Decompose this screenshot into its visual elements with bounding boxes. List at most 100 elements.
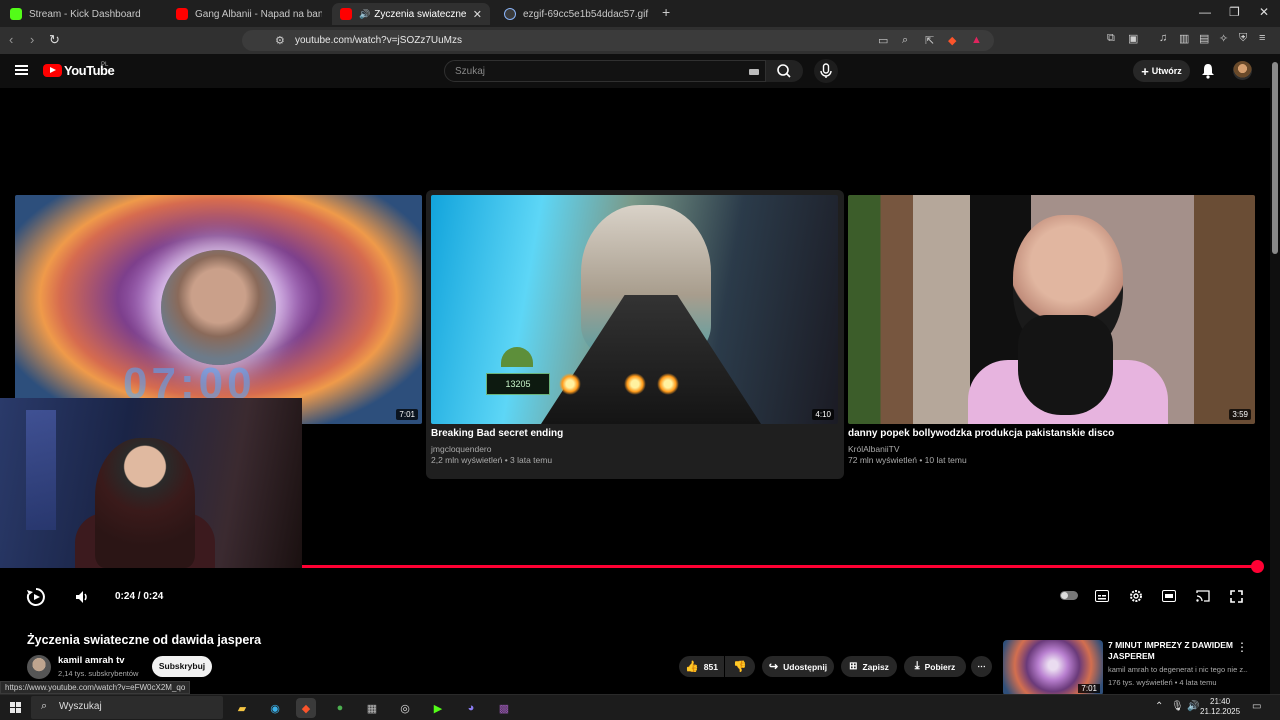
youtube-logo-icon[interactable] bbox=[43, 64, 62, 77]
minimize-icon[interactable]: — bbox=[1199, 5, 1211, 19]
thumbnail-flame bbox=[624, 373, 646, 395]
tab-ezgif[interactable]: ezgif-69cc5e1b54ddac57.gif (800×45 bbox=[496, 3, 658, 25]
download-button[interactable]: ⤓ Pobierz bbox=[904, 656, 966, 677]
back-icon[interactable]: ‹ bbox=[9, 32, 13, 47]
recommended-meta: 176 tys. wyświetleń • 4 lata temu bbox=[1108, 678, 1217, 687]
create-button[interactable]: + Utwórz bbox=[1133, 60, 1190, 82]
share-button[interactable]: ↪ Udostępnij bbox=[762, 656, 834, 677]
recommended-title[interactable]: 7 MINUT IMPREZY Z DAWIDEM JASPEREM bbox=[1108, 640, 1233, 662]
taskbar-search-field[interactable]: ⌕ Wyszukaj bbox=[31, 696, 223, 719]
new-tab-button[interactable]: + bbox=[662, 4, 670, 20]
wallet-icon[interactable]: ▤ bbox=[1199, 32, 1209, 45]
endscreen-video-3[interactable]: 3:59 bbox=[848, 195, 1255, 424]
notifications-tray-icon[interactable]: ▭ bbox=[1252, 701, 1261, 712]
like-button[interactable]: 👍 851 bbox=[679, 656, 724, 677]
search-input[interactable]: Szukaj bbox=[444, 60, 766, 82]
app2-icon[interactable]: ▩ bbox=[494, 698, 514, 718]
share-page-icon[interactable]: ⇱ bbox=[925, 34, 934, 47]
webcam-overlay bbox=[0, 398, 302, 568]
scrollbar-thumb[interactable] bbox=[1272, 62, 1278, 254]
zoom-icon[interactable]: ⌕ bbox=[902, 34, 908, 47]
thumbnail-score: 13205 bbox=[486, 373, 550, 395]
address-bar-row: ‹ › ↻ ⚐ ⚙ youtube.com/watch?v=jSOZz7UuMz… bbox=[0, 27, 1280, 54]
leo-ai-icon[interactable]: ✧ bbox=[1219, 32, 1228, 45]
endscreen-video-2[interactable]: 13205 4:10 bbox=[431, 195, 838, 424]
scrubber-handle[interactable] bbox=[1251, 560, 1264, 573]
save-button[interactable]: ⊞ Zapisz bbox=[841, 656, 897, 677]
extensions-icon[interactable]: ⧉ bbox=[1107, 32, 1115, 45]
close-window-icon[interactable]: ✕ bbox=[1259, 5, 1269, 19]
subscribe-button[interactable]: Subskrybuj bbox=[152, 656, 212, 677]
sidebar-icon[interactable]: ▥ bbox=[1179, 32, 1189, 45]
download-icon: ⤓ bbox=[914, 660, 920, 672]
reload-icon[interactable]: ↻ bbox=[49, 32, 60, 48]
voice-search-button[interactable] bbox=[814, 59, 838, 83]
settings-gear-icon[interactable] bbox=[1129, 589, 1143, 603]
tab-zyczenia[interactable]: 🔊 Życzenia swiateczne od dawid ✕ bbox=[332, 3, 490, 25]
youtube-favicon-icon bbox=[176, 8, 188, 20]
taskbar-clock[interactable]: 21:40 21.12.2025 bbox=[1200, 697, 1240, 717]
discord-icon[interactable]: ◕ bbox=[461, 698, 481, 718]
search-button[interactable] bbox=[766, 60, 803, 82]
speaker-icon: 🔊 bbox=[359, 8, 371, 19]
channel-name[interactable]: kamil amrah tv bbox=[58, 655, 125, 666]
save-label: Zapisz bbox=[862, 661, 889, 672]
autoplay-toggle[interactable] bbox=[1060, 591, 1078, 600]
endscreen-title[interactable]: Breaking Bad secret ending bbox=[431, 428, 563, 439]
tray-expand-icon[interactable]: ⌃ bbox=[1155, 701, 1163, 712]
status-bar-url: https://www.youtube.com/watch?v=eFW0cX2M… bbox=[0, 681, 191, 694]
fullscreen-icon[interactable] bbox=[1230, 590, 1243, 603]
theater-mode-icon[interactable] bbox=[1162, 590, 1176, 602]
dislike-button[interactable]: 👎 bbox=[725, 656, 755, 677]
kick-icon[interactable]: ▶ bbox=[428, 698, 448, 718]
endscreen-title[interactable]: danny popek bollywodzka produkcja pakist… bbox=[848, 428, 1114, 439]
edge-icon[interactable]: ◉ bbox=[265, 698, 285, 718]
brave-rewards-icon[interactable]: ▲ bbox=[971, 34, 982, 46]
brave-shields-icon[interactable]: ◆ bbox=[948, 34, 956, 47]
tab-search-icon[interactable]: ▣ bbox=[1128, 32, 1138, 45]
kick-favicon-icon bbox=[10, 8, 22, 20]
keyboard-icon[interactable] bbox=[749, 69, 759, 75]
subtitles-icon[interactable] bbox=[1095, 590, 1109, 602]
close-tab-icon[interactable]: ✕ bbox=[467, 8, 482, 21]
volume-tray-icon[interactable]: 🔊 bbox=[1187, 701, 1199, 712]
media-icon[interactable]: ♫ bbox=[1159, 32, 1167, 44]
menu-icon[interactable]: ≡ bbox=[1259, 32, 1265, 44]
channel-avatar[interactable] bbox=[27, 655, 51, 679]
notifications-bell-icon[interactable] bbox=[1201, 63, 1215, 79]
app-icon[interactable]: ▦ bbox=[362, 698, 382, 718]
bookmark-save-icon: ⊞ bbox=[849, 661, 858, 672]
endscreen-channel[interactable]: jmgcloquendero bbox=[431, 444, 491, 454]
chrome-icon[interactable]: ● bbox=[330, 698, 350, 718]
site-settings-icon[interactable]: ⚙ bbox=[275, 34, 285, 47]
tab-kick-dashboard[interactable]: Stream - Kick Dashboard bbox=[2, 3, 164, 25]
volume-icon[interactable] bbox=[74, 589, 90, 605]
video-player[interactable]: 07:00 7:01 13205 4:10 3:59 Breaking Bad … bbox=[0, 88, 1270, 626]
tab-gang-albanii[interactable]: Gang Albanii - Napad na bank - YouT bbox=[168, 3, 330, 25]
replay-icon[interactable] bbox=[25, 586, 47, 608]
microphone-tray-icon[interactable]: 🎙 bbox=[1171, 701, 1184, 712]
more-actions-button[interactable]: ⋯ bbox=[971, 656, 992, 677]
brave-icon[interactable]: ◆ bbox=[296, 698, 316, 718]
cast-icon[interactable] bbox=[1196, 590, 1210, 602]
taskbar-search-placeholder: Wyszukaj bbox=[59, 701, 102, 712]
url-field[interactable]: ⚙ youtube.com/watch?v=jSOZz7UuMzs ▭ ⌕ ⇱ … bbox=[242, 30, 994, 51]
progress-bar[interactable] bbox=[302, 565, 1257, 568]
forward-icon[interactable]: › bbox=[30, 32, 34, 47]
thumbnail-portrait bbox=[161, 250, 276, 365]
file-explorer-icon[interactable]: ▰ bbox=[232, 698, 252, 718]
obs-icon[interactable]: ◎ bbox=[395, 698, 415, 718]
region-code: PL bbox=[101, 62, 109, 68]
restore-icon[interactable]: ❐ bbox=[1229, 5, 1240, 19]
windows-start-icon[interactable] bbox=[10, 702, 21, 713]
endscreen-channel[interactable]: KrólAlbaniiTV bbox=[848, 444, 900, 454]
guide-menu-icon[interactable] bbox=[15, 65, 28, 75]
cast-page-icon[interactable]: ▭ bbox=[878, 34, 888, 47]
more-vertical-icon[interactable]: ⋮ bbox=[1236, 640, 1248, 654]
recommended-thumbnail[interactable]: 7:01 bbox=[1003, 640, 1103, 696]
endscreen-video-1[interactable]: 07:00 7:01 bbox=[15, 195, 422, 424]
clock-time: 21:40 bbox=[1210, 697, 1231, 706]
vpn-icon[interactable]: ⛨ bbox=[1239, 32, 1247, 45]
account-avatar[interactable] bbox=[1233, 61, 1252, 80]
globe-icon bbox=[504, 8, 516, 20]
